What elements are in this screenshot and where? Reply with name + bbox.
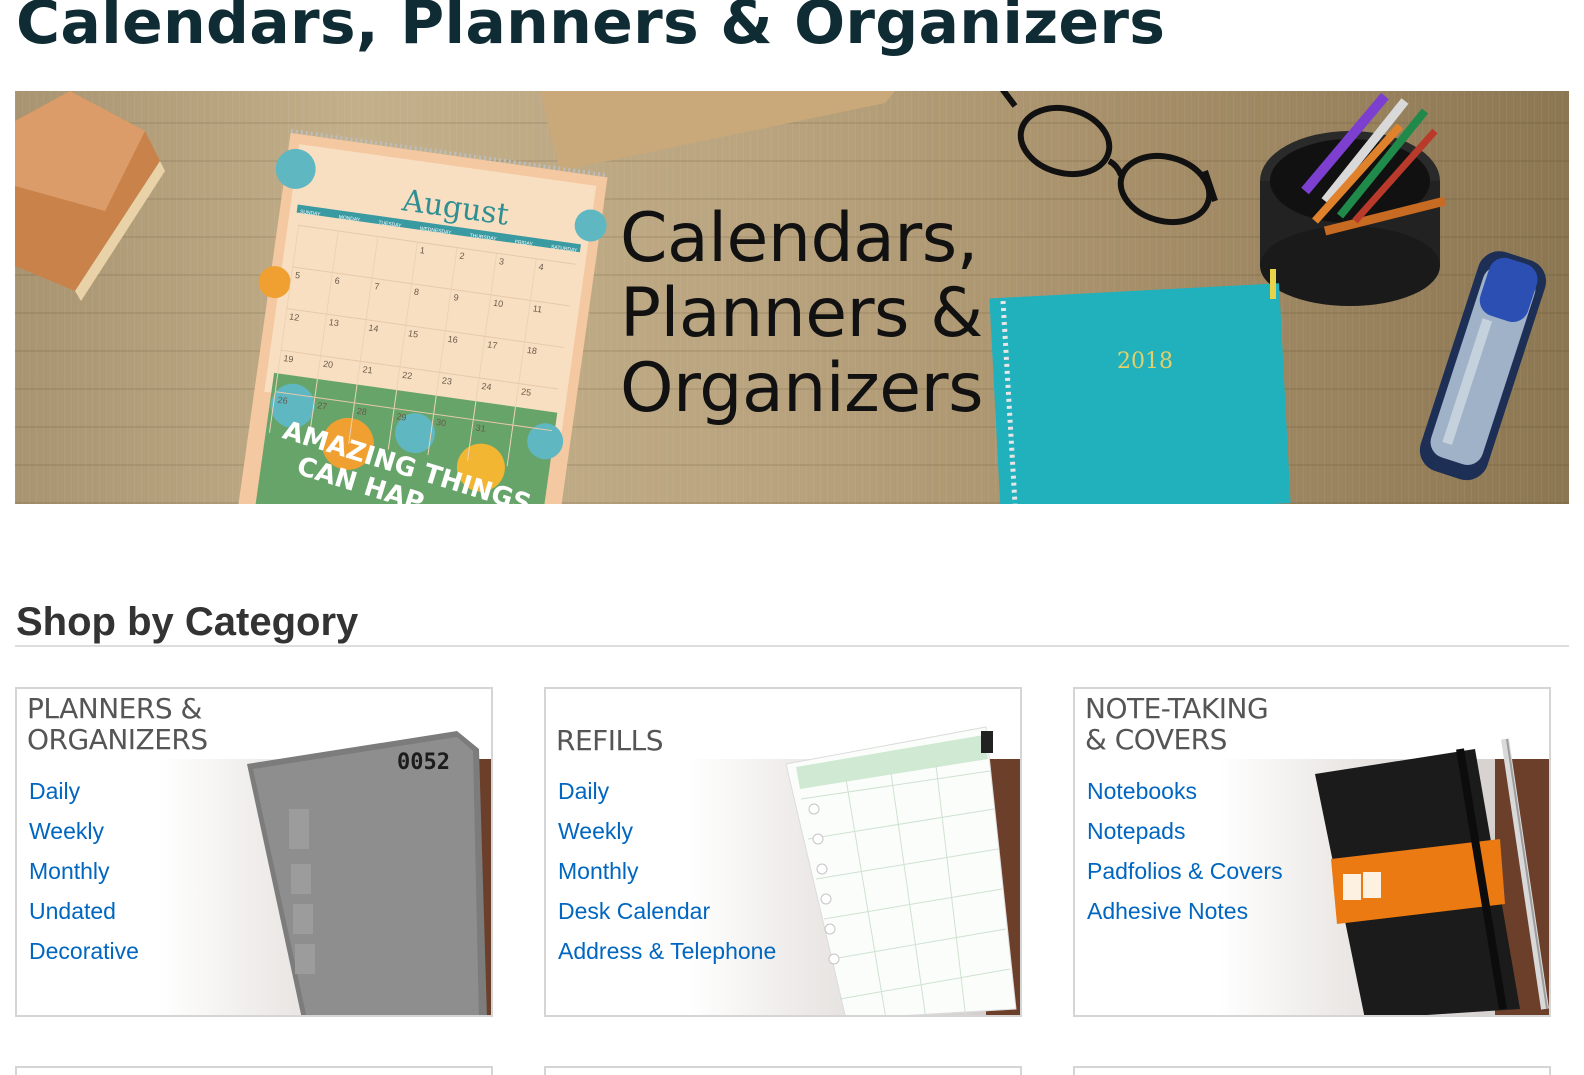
link-daily[interactable]: Daily (558, 771, 776, 811)
link-daily[interactable]: Daily (29, 771, 139, 811)
calendar-day-cell: 13 (320, 314, 366, 361)
category-card-refills[interactable]: REFILLS Daily Weekly Monthly Desk Calend… (544, 687, 1022, 1017)
link-monthly[interactable]: Monthly (29, 851, 139, 891)
calendar-day-cell: 4 (530, 259, 576, 306)
link-weekly[interactable]: Weekly (558, 811, 776, 851)
link-notebooks[interactable]: Notebooks (1087, 771, 1283, 811)
link-desk-calendar[interactable]: Desk Calendar (558, 891, 776, 931)
stapler-image (1419, 251, 1547, 481)
calendar-day-cell: 22 (393, 367, 439, 414)
calendar-day-cell: 25 (512, 383, 558, 431)
calendar-day-cell: 7 (365, 278, 412, 325)
section-divider (15, 645, 1569, 647)
category-card-planners[interactable]: 0052 PLANNERS & ORGANIZERS Daily Weekly … (15, 687, 493, 1017)
eyeglasses-image (1000, 91, 1218, 226)
calendar-day-cell: 15 (399, 325, 445, 372)
link-undated[interactable]: Undated (29, 891, 139, 931)
calendar-day-cell: 18 (518, 342, 564, 389)
hero-heading: Calendars, Planners & Organizers (620, 199, 984, 428)
category-title: REFILLS (556, 724, 663, 757)
hero-heading-line-1: Calendars, (620, 199, 978, 278)
calendar-day-cell: 20 (314, 356, 360, 403)
planner-year-label: 2018 (1117, 349, 1173, 374)
page-title: Calendars, Planners & Organizers (16, 0, 1166, 58)
category-title: PLANNERS & ORGANIZERS (27, 692, 208, 756)
calendar-day-cell: 3 (490, 253, 536, 300)
link-monthly[interactable]: Monthly (558, 851, 776, 891)
calendar-day-cell: 8 (405, 284, 451, 331)
link-decorative[interactable]: Decorative (29, 931, 139, 971)
link-weekly[interactable]: Weekly (29, 811, 139, 851)
calendar-day-cell: 6 (326, 272, 372, 320)
calendar-day-cell: 19 (274, 350, 321, 397)
category-card-next-3[interactable] (1073, 1066, 1551, 1075)
calendar-day-cell: 23 (433, 372, 479, 419)
category-card-next-1[interactable] (15, 1066, 493, 1075)
calendar-day-cell: 1 (411, 242, 457, 289)
teal-planner-image (989, 269, 1291, 504)
calendar-day-cell (371, 236, 417, 284)
calendar-day-cell (506, 425, 552, 472)
hero-heading-line-3: Organizers (620, 349, 984, 428)
category-title: NOTE-TAKING & COVERS (1085, 692, 1269, 756)
category-card-note-taking[interactable]: NOTE-TAKING & COVERS Notebooks Notepads … (1073, 687, 1551, 1017)
link-padfolios-covers[interactable]: Padfolios & Covers (1087, 851, 1283, 891)
calendar-day-cell: 9 (444, 289, 491, 336)
category-card-next-2[interactable] (544, 1066, 1022, 1075)
link-adhesive-notes[interactable]: Adhesive Notes (1087, 891, 1283, 931)
hero-heading-line-2: Planners & (620, 274, 983, 353)
leather-notebook-image (15, 91, 165, 301)
envelope-image (540, 91, 895, 171)
calendar-day-cell: 12 (280, 308, 326, 356)
calendar-day-cell: 21 (354, 361, 400, 408)
calendar-day-cell: 17 (478, 336, 525, 383)
calendar-day-cell: 10 (484, 295, 530, 342)
category-links: Daily Weekly Monthly Desk Calendar Addre… (558, 771, 776, 971)
calendar-day-cell (331, 231, 378, 278)
planner-cover-number: 0052 (397, 750, 450, 775)
calendar-day-cell: 2 (450, 248, 497, 295)
calendar-day-cell: 5 (286, 267, 332, 314)
calendar-day-cell: 11 (524, 300, 570, 347)
link-address-telephone[interactable]: Address & Telephone (558, 931, 776, 971)
calendar-day-cell: 31 (467, 419, 513, 467)
link-notepads[interactable]: Notepads (1087, 811, 1283, 851)
calendar-day-cell: 30 (427, 414, 473, 461)
category-links: Daily Weekly Monthly Undated Decorative (29, 771, 139, 971)
shop-by-category-heading: Shop by Category (16, 600, 359, 644)
calendar-day-cell: 14 (359, 320, 406, 367)
calendar-day-cell (292, 225, 338, 272)
pen-cup-image (1260, 92, 1447, 306)
hero-banner[interactable]: August SUNDAY MONDAY TUESDAY WEDNESDAY THURS… (15, 91, 1569, 504)
calendar-day-cell: 16 (439, 331, 485, 378)
category-links: Notebooks Notepads Padfolios & Covers Ad… (1087, 771, 1283, 931)
calendar-day-cell: 24 (472, 378, 519, 425)
